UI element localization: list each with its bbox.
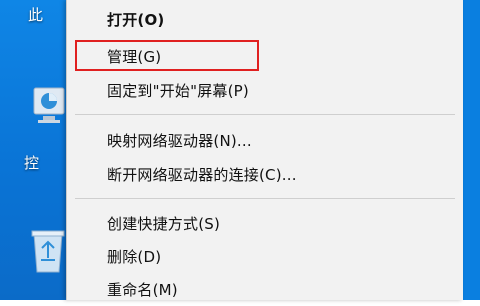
menu-item-disconnect-network-drive-label: 断开网络驱动器的连接(C)... [107,166,297,184]
desktop-icon-label-this-pc[interactable]: 此 [28,4,43,25]
menu-item-create-shortcut-label: 创建快捷方式(S) [107,215,221,233]
desktop-edge-right [462,0,480,300]
menu-separator [75,114,455,115]
menu-item-pin-to-start[interactable]: 固定到"开始"屏幕(P) [67,73,463,107]
menu-item-map-network-drive-label: 映射网络驱动器(N)... [107,132,252,150]
menu-item-delete-label: 删除(D) [107,248,162,266]
menu-item-delete[interactable]: 删除(D) [67,239,463,273]
menu-item-create-shortcut[interactable]: 创建快捷方式(S) [67,206,463,240]
recycle-bin-icon[interactable] [28,226,68,276]
menu-separator [75,198,455,199]
menu-item-pin-to-start-label: 固定到"开始"屏幕(P) [107,82,249,100]
desktop-icon-label-control[interactable]: 控 [24,152,39,173]
menu-item-rename[interactable]: 重命名(M) [67,272,463,306]
highlight-annotation [75,40,259,71]
menu-item-map-network-drive[interactable]: 映射网络驱动器(N)... [67,123,463,157]
menu-item-disconnect-network-drive[interactable]: 断开网络驱动器的连接(C)... [67,157,463,191]
menu-item-open-label: 打开(O) [107,11,165,29]
menu-item-open[interactable]: 打开(O) [67,2,463,36]
computer-icon[interactable] [31,86,67,126]
menu-item-rename-label: 重命名(M) [107,281,178,299]
